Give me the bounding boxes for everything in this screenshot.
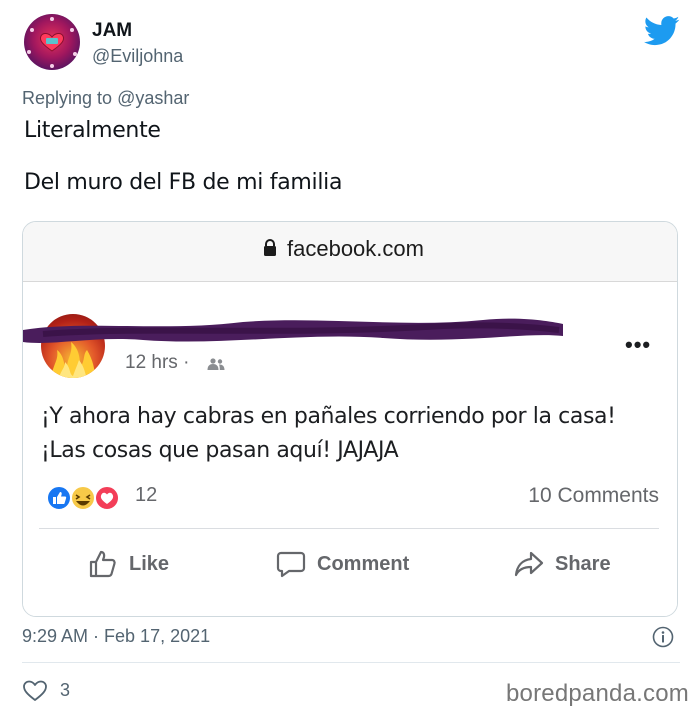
lock-icon (264, 239, 276, 256)
replying-to: Replying to @yashar (22, 88, 189, 109)
twitter-bird-icon[interactable] (644, 16, 680, 46)
tweet-media-image[interactable]: facebook.com 12 hrs · ••• ¡Y ahora hay c… (22, 221, 678, 617)
like-heart-icon[interactable] (22, 679, 48, 703)
author-avatar[interactable] (24, 14, 80, 70)
thumbs-up-icon (89, 550, 116, 578)
fb-like-button[interactable]: Like (87, 546, 169, 582)
fb-more-options-button[interactable]: ••• (625, 332, 651, 358)
tweet-text-line: Del muro del FB de mi familia (24, 170, 343, 195)
love-reaction-icon (94, 485, 120, 511)
redaction-scribble (23, 318, 563, 343)
author-handle[interactable]: @Eviljohna (92, 46, 183, 67)
fb-reactions[interactable] (39, 484, 129, 512)
browser-url: facebook.com (287, 236, 424, 261)
watermark: boredpanda.com (506, 680, 689, 707)
reply-mention-link[interactable]: @yashar (117, 88, 189, 108)
fb-share-button[interactable]: Share (513, 546, 611, 582)
replying-prefix: Replying to (22, 88, 113, 108)
comment-bubble-icon (276, 551, 306, 578)
share-arrow-icon (514, 551, 544, 577)
fb-share-label: Share (555, 552, 611, 575)
browser-url-bar: facebook.com (23, 222, 677, 282)
fb-comments-count[interactable]: 10 Comments (528, 484, 659, 508)
haha-reaction-icon (70, 485, 96, 511)
tweet-divider (22, 662, 680, 663)
fb-reaction-count[interactable]: 12 (135, 484, 157, 507)
facebook-post: 12 hrs · ••• ¡Y ahora hay cabras en paña… (23, 282, 677, 616)
like-reaction-icon (46, 485, 72, 511)
friends-icon (207, 358, 225, 370)
fb-divider (39, 528, 659, 529)
fb-comment-label: Comment (317, 552, 410, 575)
tweet-timestamp[interactable]: 9:29 AM · Feb 17, 2021 (22, 626, 210, 647)
fb-post-time: 12 hrs · (125, 352, 190, 373)
author-display-name[interactable]: JAM (92, 20, 132, 42)
heart-avatar-icon (39, 33, 65, 52)
like-count: 3 (60, 680, 71, 700)
fb-like-label: Like (129, 552, 170, 575)
fb-comment-button[interactable]: Comment (275, 546, 409, 582)
fb-post-text-line: ¡Y ahora hay cabras en pañales corriendo… (41, 404, 616, 429)
info-icon[interactable] (652, 626, 674, 648)
tweet-text-line: Literalmente (24, 118, 161, 143)
fb-post-text-line: ¡Las cosas que pasan aquí! JAJAJA (41, 438, 399, 463)
